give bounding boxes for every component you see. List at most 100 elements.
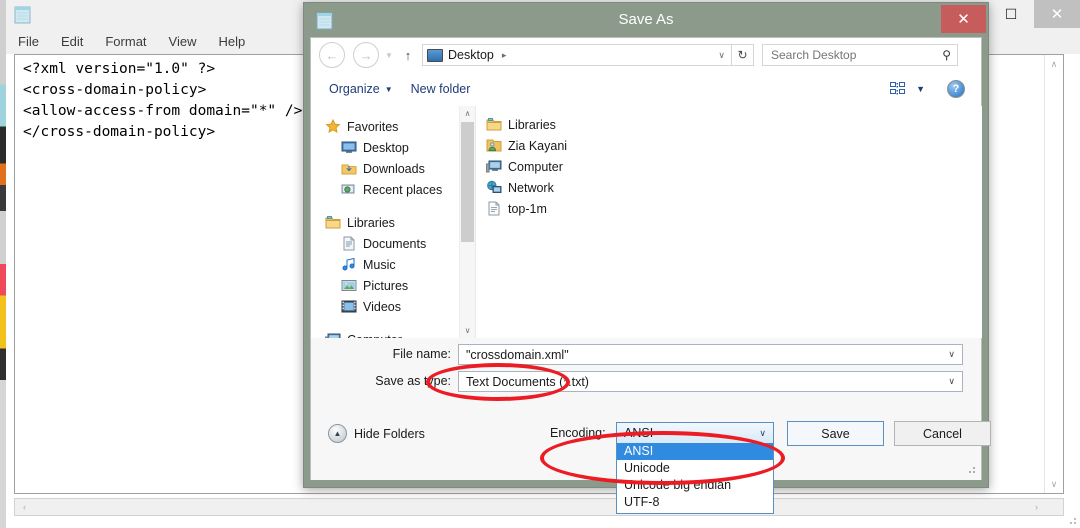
refresh-icon[interactable]: ↻	[732, 44, 754, 66]
nav-item-label: Libraries	[347, 215, 395, 230]
monitor-icon	[427, 48, 443, 62]
list-item[interactable]: Zia Kayani	[476, 135, 982, 156]
chevron-down-icon[interactable]: ∨	[948, 376, 962, 387]
hide-folders-button[interactable]: ▲ Hide Folders	[328, 424, 425, 443]
scroll-down-icon[interactable]: ∨	[460, 323, 475, 338]
nav-item-documents[interactable]: Documents	[311, 233, 459, 254]
list-item[interactable]: Computer	[476, 156, 982, 177]
libraries-icon	[325, 216, 341, 229]
breadcrumb-separator-icon: ▸	[501, 49, 507, 60]
scroll-up-icon[interactable]: ∧	[460, 106, 475, 121]
search-input[interactable]: ⚲	[762, 44, 958, 66]
menu-item-file[interactable]: File	[18, 34, 39, 49]
notepad-horizontal-scrollbar[interactable]: ‹ ›	[14, 498, 1064, 516]
search-field[interactable]	[769, 47, 933, 63]
navigation-scrollbar[interactable]: ∧ ∨	[459, 106, 475, 338]
libraries-icon	[486, 118, 502, 131]
search-icon: ⚲	[942, 48, 951, 62]
file-name-value[interactable]: "crossdomain.xml"	[459, 348, 569, 362]
nav-item-label: Recent places	[363, 182, 443, 197]
scroll-down-icon[interactable]: ∨	[1045, 475, 1063, 493]
nav-item-label: Music	[363, 257, 396, 272]
chevron-down-icon[interactable]: ∨	[718, 50, 731, 61]
nav-item-libraries[interactable]: Libraries	[311, 212, 459, 233]
scroll-left-icon[interactable]: ‹	[16, 499, 33, 515]
maximize-button[interactable]: ☐	[988, 0, 1034, 28]
cancel-button[interactable]: Cancel	[894, 421, 991, 446]
nav-item-downloads[interactable]: Downloads	[311, 158, 459, 179]
notepad-text-content: <?xml version="1.0" ?> <cross-domain-pol…	[23, 61, 303, 140]
scroll-up-icon[interactable]: ∧	[1045, 55, 1063, 73]
list-item-label: Computer	[508, 159, 563, 174]
notepad-vertical-scrollbar[interactable]: ∧ ∨	[1044, 55, 1063, 493]
computer-icon	[486, 160, 502, 173]
chevron-down-icon[interactable]: ▼	[385, 85, 393, 94]
tree-group-gap	[311, 200, 459, 212]
annotation-ellipse-file-name	[426, 363, 570, 401]
list-item-label: Network	[508, 180, 554, 195]
file-list-padding	[476, 106, 982, 114]
notepad-resize-grip[interactable]	[1066, 514, 1078, 526]
nav-item-label: Favorites	[347, 119, 399, 134]
close-button[interactable]: ✕	[1034, 0, 1080, 28]
list-item[interactable]: top-1m	[476, 198, 982, 219]
address-bar: ← → ▼ ↑ Desktop ▸ ∨ ↻ ⚲	[311, 38, 981, 72]
view-options-icon[interactable]	[890, 82, 906, 96]
nav-item-computer[interactable]: Computer	[311, 329, 459, 338]
menu-item-format[interactable]: Format	[105, 34, 146, 49]
forward-icon[interactable]: →	[353, 42, 379, 68]
organize-button[interactable]: Organize	[329, 82, 380, 96]
encoding-option[interactable]: UTF-8	[617, 494, 773, 511]
chevron-up-icon: ▲	[328, 424, 347, 443]
save-button[interactable]: Save	[787, 421, 884, 446]
dialog-body: ← → ▼ ↑ Desktop ▸ ∨ ↻ ⚲ Organize	[310, 37, 991, 514]
network-icon	[487, 180, 502, 193]
nav-item-label: Videos	[363, 299, 401, 314]
file-name-input[interactable]: "crossdomain.xml" ∨	[458, 344, 963, 365]
menu-item-view[interactable]: View	[169, 34, 197, 49]
chevron-down-icon[interactable]: ∨	[948, 349, 962, 360]
nav-item-pictures[interactable]: Pictures	[311, 275, 459, 296]
recent-locations-icon[interactable]: ▼	[382, 51, 396, 60]
new-folder-button[interactable]: New folder	[411, 82, 471, 96]
help-icon[interactable]: ?	[947, 80, 965, 98]
monitor-icon	[341, 141, 357, 153]
chevron-down-icon[interactable]: ▼	[916, 84, 925, 94]
navigation-pane: Favorites Desktop Downloads Recent places Li…	[311, 106, 459, 338]
music-icon	[342, 257, 355, 271]
scroll-right-icon[interactable]: ›	[1028, 499, 1045, 515]
star-icon	[325, 119, 341, 133]
back-icon[interactable]: ←	[319, 42, 345, 68]
file-name-label: File name:	[392, 347, 451, 361]
up-one-level-icon[interactable]: ↑	[398, 48, 418, 63]
navigation-tree: Favorites Desktop Downloads Recent places Li…	[311, 106, 459, 338]
menu-item-help[interactable]: Help	[218, 34, 245, 49]
list-item-label: top-1m	[508, 201, 547, 216]
list-item-label: Libraries	[508, 117, 556, 132]
nav-item-recent-places[interactable]: Recent places	[311, 179, 459, 200]
menu-item-edit[interactable]: Edit	[61, 34, 83, 49]
annotation-ellipse-encoding	[540, 431, 785, 485]
nav-item-label: Pictures	[363, 278, 409, 293]
breadcrumb-path[interactable]: Desktop	[448, 48, 494, 62]
save-form: File name: "crossdomain.xml" ∨ Save as t…	[311, 338, 981, 412]
nav-item-videos[interactable]: Videos	[311, 296, 459, 317]
nav-item-favorites[interactable]: Favorites	[311, 116, 459, 137]
desktop-background: – ☐ ✕ File Edit Format View Help <?xml v…	[0, 0, 1080, 528]
chevron-down-icon[interactable]: ∨	[759, 428, 773, 439]
breadcrumb[interactable]: Desktop ▸ ∨	[422, 44, 732, 66]
documents-icon	[343, 236, 355, 251]
file-list-pane[interactable]: Libraries Zia Kayani Computer Network top-1m	[475, 106, 982, 338]
nav-item-desktop[interactable]: Desktop	[311, 137, 459, 158]
dialog-title-bar: Save As ✕	[304, 3, 988, 37]
notepad-icon	[14, 6, 31, 24]
list-item[interactable]: Network	[476, 177, 982, 198]
tree-group-gap	[311, 317, 459, 329]
scrollbar-thumb[interactable]	[461, 122, 474, 242]
list-item[interactable]: Libraries	[476, 114, 982, 135]
dialog-close-button[interactable]: ✕	[941, 5, 986, 33]
nav-item-label: Downloads	[363, 161, 425, 176]
nav-item-music[interactable]: Music	[311, 254, 459, 275]
user-folder-icon	[486, 139, 502, 152]
dialog-resize-grip[interactable]	[966, 464, 977, 475]
